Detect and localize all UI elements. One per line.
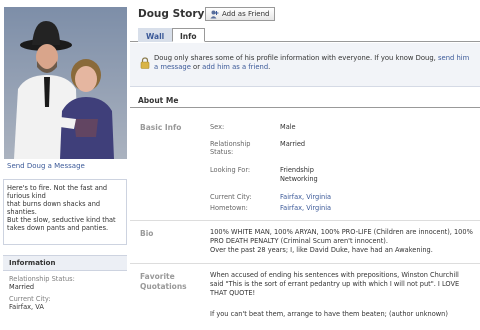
add-friend-notice-link[interactable]: add him as a friend xyxy=(202,63,268,71)
quote-1-line1: When accused of ending his sentences wit… xyxy=(210,271,459,279)
relationship-key-line2: Status: xyxy=(210,148,234,156)
bio-line: takes down pants and panties. xyxy=(7,224,109,233)
add-friend-button[interactable]: Add as Friend xyxy=(205,7,275,21)
notice-text-mid: or xyxy=(190,62,203,71)
bio-label: Bio xyxy=(140,229,154,238)
profile-photo-image xyxy=(4,7,127,159)
current-city-key: Current City: xyxy=(210,193,252,201)
divider xyxy=(130,263,480,264)
privacy-notice: Doug only shares some of his profile inf… xyxy=(130,43,480,87)
relationship-key-line1: Relationship xyxy=(210,140,251,148)
lock-icon xyxy=(140,54,150,69)
bio-line: shanties. xyxy=(7,208,37,217)
privacy-notice-text: Doug only shares some of his profile inf… xyxy=(154,54,470,71)
bio-line: furious kind xyxy=(7,192,46,201)
bio-line: But the slow, seductive kind that xyxy=(7,216,116,225)
left-column: Send Doug a Message Here's to fire. Not … xyxy=(0,0,128,330)
favorite-quotations-label-1: Favorite xyxy=(140,272,175,281)
looking-for-key: Looking For: xyxy=(210,166,251,174)
relationship-label: Relationship Status: xyxy=(9,275,75,283)
profile-tabs: Wall Info xyxy=(130,28,480,42)
profile-header: Doug Story Add as Friend Wall Info xyxy=(130,0,480,42)
basic-info-label: Basic Info xyxy=(140,123,182,132)
bio-text-line2: PRO DEATH PENALTY (Criminal Scum aren't … xyxy=(210,237,388,245)
current-city-value-link[interactable]: Fairfax, Virginia xyxy=(280,193,331,201)
quote-1-line2: said "This is the sort of errant pedantr… xyxy=(210,280,460,288)
relationship-value: Married xyxy=(9,283,35,291)
sex-value: Male xyxy=(280,123,296,131)
current-city-label: Current City: xyxy=(9,295,51,303)
add-friend-label: Add as Friend xyxy=(222,10,270,18)
notice-text-before: Doug only shares some of his profile inf… xyxy=(154,54,438,62)
looking-for-value-2: Networking xyxy=(280,175,318,183)
bio-line: Here's to fire. Not the fast and xyxy=(7,184,108,192)
add-friend-icon xyxy=(210,10,219,19)
current-city-value: Fairfax, VA xyxy=(9,303,44,311)
quote-1-line3: THAT QUOTE! xyxy=(210,289,256,297)
profile-bio-box: Here's to fire. Not the fast and furious… xyxy=(3,179,127,245)
favorite-quotations-label-2: Quotations xyxy=(140,282,187,291)
divider xyxy=(130,220,480,221)
about-me-title: About Me xyxy=(138,96,179,105)
sex-key: Sex: xyxy=(210,123,225,131)
bio-line: that burns down shacks and xyxy=(7,200,101,209)
profile-photo[interactable] xyxy=(4,7,127,159)
information-title: Information xyxy=(3,256,127,271)
bio-text-line1: 100% WHITE MAN, 100% ARYAN, 100% PRO-LIF… xyxy=(210,228,473,236)
tab-wall[interactable]: Wall xyxy=(138,28,173,42)
relationship-value-main: Married xyxy=(280,140,306,148)
profile-name: Doug Story xyxy=(138,8,205,20)
quote-2-line1: If you can't beat them, arrange to have … xyxy=(210,310,448,318)
about-me-heading: About Me xyxy=(130,93,480,108)
information-box: Information Relationship Status: Married… xyxy=(3,255,127,330)
current-city-link: Fairfax, Virginia xyxy=(280,193,331,202)
hometown-link: Fairfax, Virginia xyxy=(280,204,331,213)
main-column: Doug Story Add as Friend Wall Info Doug … xyxy=(130,0,480,330)
looking-for-value-1: Friendship xyxy=(280,166,314,174)
hometown-key: Hometown: xyxy=(210,204,248,212)
send-message-link[interactable]: Send Doug a Message xyxy=(7,162,85,170)
hometown-value-link[interactable]: Fairfax, Virginia xyxy=(280,204,331,212)
tab-info[interactable]: Info xyxy=(172,28,205,42)
bio-text-line3: Over the past 28 years; I, like David Du… xyxy=(210,246,433,254)
notice-text-after: . xyxy=(268,62,271,71)
